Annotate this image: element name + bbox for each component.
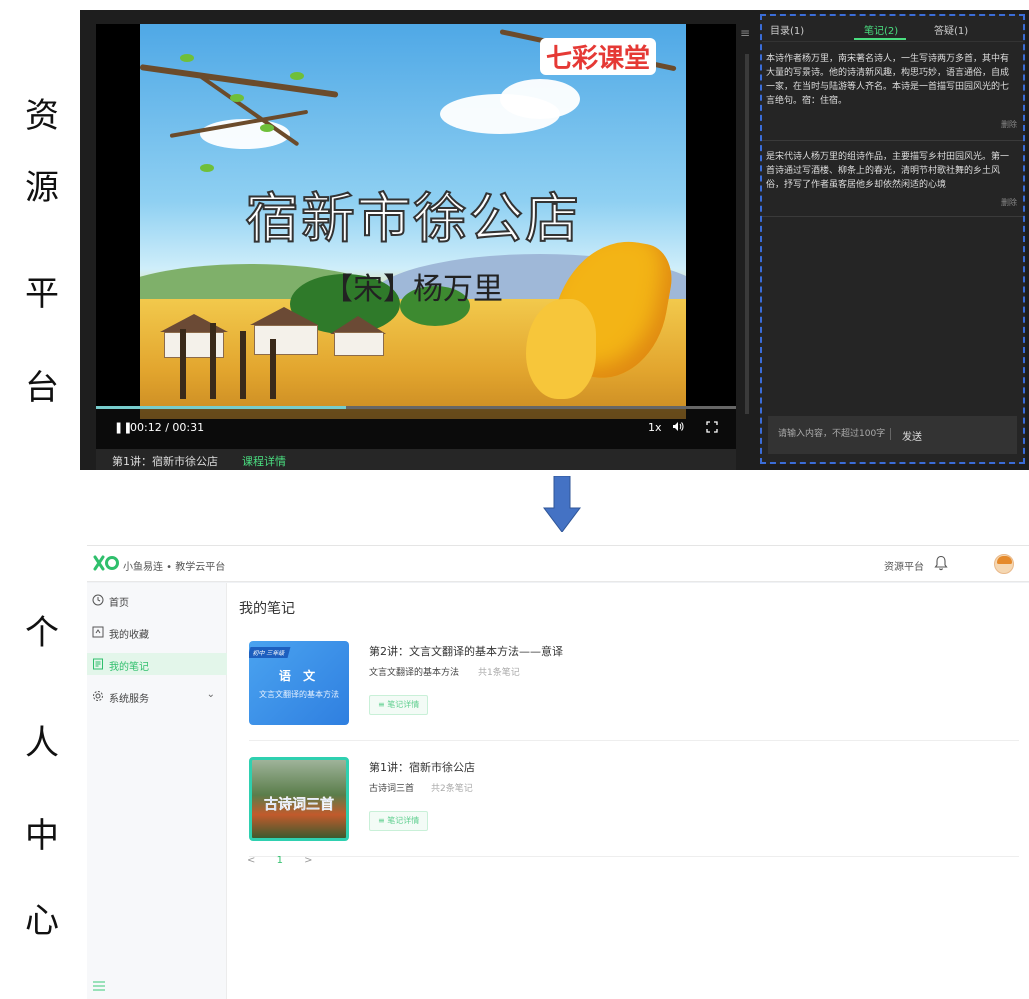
delete-note-button[interactable]: 删除 bbox=[1001, 118, 1017, 132]
course-thumbnail[interactable]: 初中 三年级 语 文 文言文翻译的基本方法 bbox=[249, 641, 349, 725]
sidebar-item-label: 我的收藏 bbox=[109, 630, 149, 641]
note-detail-label: 笔记详情 bbox=[387, 700, 420, 709]
top-bar: 小鱼易连 • 教学云平台 资源平台 bbox=[87, 546, 1029, 582]
course-note-card[interactable]: 古诗词三首 第1讲：宿新市徐公店 古诗词三首 共2条笔记 ≡ 笔记详情 bbox=[249, 749, 1019, 857]
sidebar-item-notes[interactable]: 我的笔记 bbox=[87, 653, 227, 675]
video-title: 宿新市徐公店 bbox=[244, 186, 581, 251]
sidebar-item-collection[interactable]: 我的收藏 bbox=[87, 621, 227, 643]
pagination: < 1 > bbox=[247, 855, 313, 866]
next-page-button[interactable]: > bbox=[304, 855, 312, 866]
note-input-placeholder: 请输入内容，不超过100字 bbox=[778, 429, 886, 439]
time-display: 00:12 / 00:31 bbox=[130, 421, 205, 434]
course-title[interactable]: 第1讲：宿新市徐公店 bbox=[369, 759, 475, 775]
note-count: 共1条笔记 bbox=[478, 668, 520, 678]
player-controls: ❚❚ 00:12 / 00:31 1x bbox=[96, 406, 736, 449]
avatar[interactable] bbox=[994, 554, 1014, 574]
chevron-down-icon[interactable]: ⌄ bbox=[207, 689, 215, 700]
note-item: 是宋代诗人杨万里的组诗作品，主要描写乡村田园风光。第一首诗通过写酒楼、柳条上的春… bbox=[766, 150, 1017, 207]
note-item: 本诗作者杨万里，南宋著名诗人，一生写诗两万多首，其中有大量的写景诗。他的诗清新风… bbox=[766, 52, 1017, 129]
course-thumbnail[interactable]: 古诗词三首 bbox=[249, 757, 349, 841]
main-content: 我的笔记 初中 三年级 语 文 文言文翻译的基本方法 第2讲：文言文翻译的基本方… bbox=[227, 583, 1029, 999]
course-subtitle: 文言文翻译的基本方法 bbox=[369, 668, 460, 678]
video-author: 【宋】杨万里 bbox=[323, 272, 503, 307]
thumb-caption: 古诗词三首 bbox=[264, 797, 334, 813]
volume-icon[interactable] bbox=[672, 421, 684, 435]
course-title[interactable]: 第2讲：文言文翻译的基本方法——意译 bbox=[369, 643, 563, 659]
page-title: 我的笔记 bbox=[239, 601, 295, 617]
tab-qa[interactable]: 答疑(1) bbox=[934, 22, 968, 37]
collapse-menu-icon[interactable] bbox=[93, 981, 105, 991]
caption-char: 个 bbox=[25, 613, 59, 653]
sidebar-item-label: 首页 bbox=[109, 598, 129, 609]
thumb-tag: 初中 三年级 bbox=[249, 647, 291, 658]
prev-page-button[interactable]: < bbox=[247, 855, 255, 866]
sidebar: 首页 我的收藏 我的笔记 系统服务 ⌄ bbox=[87, 583, 227, 999]
note-detail-label: 笔记详情 bbox=[387, 816, 420, 825]
panel-splitter[interactable]: ≡ bbox=[740, 24, 754, 414]
caption-char: 平 bbox=[25, 274, 59, 314]
course-subtitle: 古诗词三首 bbox=[369, 784, 415, 794]
notes-tabs: 目录(1) 笔记(2) 答疑(1) bbox=[762, 16, 1023, 42]
note-count: 共2条笔记 bbox=[431, 784, 473, 794]
tab-catalog[interactable]: 目录(1) bbox=[770, 22, 804, 37]
notes-icon bbox=[93, 658, 103, 670]
down-arrow-icon bbox=[543, 476, 581, 532]
sidebar-item-home[interactable]: 首页 bbox=[87, 589, 227, 611]
caption-char: 资 bbox=[25, 96, 59, 136]
thumb-subject: 语 文 bbox=[278, 669, 320, 683]
video-player[interactable]: 七彩课堂 宿新市徐公店 【宋】杨万里 ❚❚ 00:12 / 00:31 1x bbox=[96, 24, 736, 449]
sidebar-item-label: 我的笔记 bbox=[109, 662, 149, 673]
progress-bar[interactable] bbox=[96, 406, 736, 409]
lesson-label: 第1讲：宿新市徐公店 bbox=[112, 455, 218, 468]
course-detail-link[interactable]: 课程详情 bbox=[242, 453, 286, 469]
notes-panel: 目录(1) 笔记(2) 答疑(1) 本诗作者杨万里，南宋著名诗人，一生写诗两万多… bbox=[760, 14, 1025, 464]
app-logo-icon bbox=[93, 555, 119, 571]
note-detail-button[interactable]: ≡ 笔记详情 bbox=[369, 811, 429, 831]
menu-icon[interactable]: ≡ bbox=[740, 26, 750, 40]
send-button[interactable]: 发送 bbox=[902, 428, 922, 443]
course-note-card[interactable]: 初中 三年级 语 文 文言文翻译的基本方法 第2讲：文言文翻译的基本方法——意译… bbox=[249, 633, 1019, 741]
delete-note-button[interactable]: 删除 bbox=[1001, 196, 1017, 210]
caption-char: 心 bbox=[25, 901, 59, 941]
caption-char: 源 bbox=[25, 168, 59, 208]
note-text: 本诗作者杨万里，南宋著名诗人，一生写诗两万多首，其中有大量的写景诗。他的诗清新风… bbox=[766, 54, 1010, 106]
tab-notes[interactable]: 笔记(2) bbox=[864, 22, 898, 37]
caption-char: 人 bbox=[25, 723, 59, 763]
bell-icon[interactable] bbox=[934, 555, 948, 571]
app-name: 小鱼易连 • 教学云平台 bbox=[123, 562, 226, 573]
collection-icon bbox=[92, 626, 104, 638]
video-frame: 七彩课堂 宿新市徐公店 【宋】杨万里 bbox=[140, 24, 686, 419]
clock-icon bbox=[92, 594, 104, 606]
caption-char: 中 bbox=[25, 816, 59, 856]
brand-logo: 七彩课堂 bbox=[539, 38, 656, 75]
speed-button[interactable]: 1x bbox=[648, 421, 662, 434]
note-input[interactable]: 请输入内容，不超过100字 发送 bbox=[768, 416, 1017, 454]
personal-center-screenshot: 小鱼易连 • 教学云平台 资源平台 首页 我的收藏 我的笔记 系统服务 ⌄ 我的… bbox=[87, 545, 1029, 999]
note-text: 是宋代诗人杨万里的组诗作品，主要描写乡村田园风光。第一首诗通过写酒楼、柳条上的春… bbox=[766, 152, 1010, 190]
resource-platform-link[interactable]: 资源平台 bbox=[884, 558, 924, 573]
caption-char: 台 bbox=[25, 368, 59, 408]
sidebar-item-system-service[interactable]: 系统服务 ⌄ bbox=[87, 685, 227, 707]
fullscreen-icon[interactable] bbox=[706, 421, 718, 436]
lesson-bar: 第1讲：宿新市徐公店 课程详情 bbox=[96, 449, 736, 470]
thumb-topic: 文言文翻译的基本方法 bbox=[259, 690, 339, 699]
resource-platform-screenshot: 七彩课堂 宿新市徐公店 【宋】杨万里 ❚❚ 00:12 / 00:31 1x 第… bbox=[80, 10, 1029, 470]
note-detail-button[interactable]: ≡ 笔记详情 bbox=[369, 695, 429, 715]
current-page[interactable]: 1 bbox=[277, 855, 283, 866]
gear-icon bbox=[93, 691, 103, 701]
sidebar-item-label: 系统服务 bbox=[109, 694, 149, 705]
